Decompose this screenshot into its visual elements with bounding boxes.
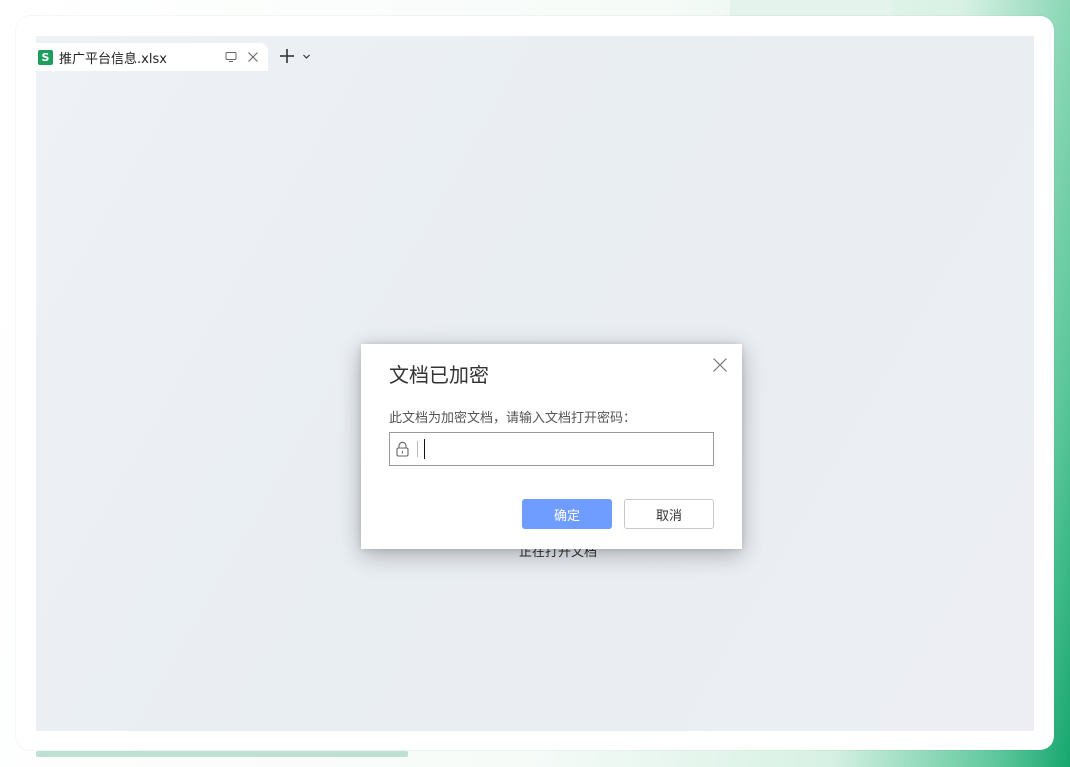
spreadsheet-file-icon: S xyxy=(38,49,53,65)
plus-icon[interactable] xyxy=(279,48,295,64)
chevron-down-icon[interactable] xyxy=(302,52,311,61)
loading-bar xyxy=(36,751,408,757)
lock-icon xyxy=(396,441,409,457)
password-dialog: 文档已加密 此文档为加密文档，请输入文档打开密码： 确定 取消 xyxy=(361,344,742,549)
text-caret xyxy=(424,439,425,459)
monitor-icon[interactable] xyxy=(225,51,237,63)
password-input[interactable] xyxy=(422,437,707,461)
tab-file[interactable]: S 推广平台信息.xlsx xyxy=(36,43,268,71)
close-icon[interactable] xyxy=(712,357,728,373)
tab-label: 推广平台信息.xlsx xyxy=(59,51,167,67)
password-field[interactable] xyxy=(389,432,714,466)
cancel-button[interactable]: 取消 xyxy=(624,499,714,529)
confirm-button[interactable]: 确定 xyxy=(522,499,612,529)
dialog-message: 此文档为加密文档，请输入文档打开密码： xyxy=(389,411,637,426)
dialog-title: 文档已加密 xyxy=(389,363,489,387)
field-divider xyxy=(417,441,418,457)
close-icon[interactable] xyxy=(247,51,259,63)
